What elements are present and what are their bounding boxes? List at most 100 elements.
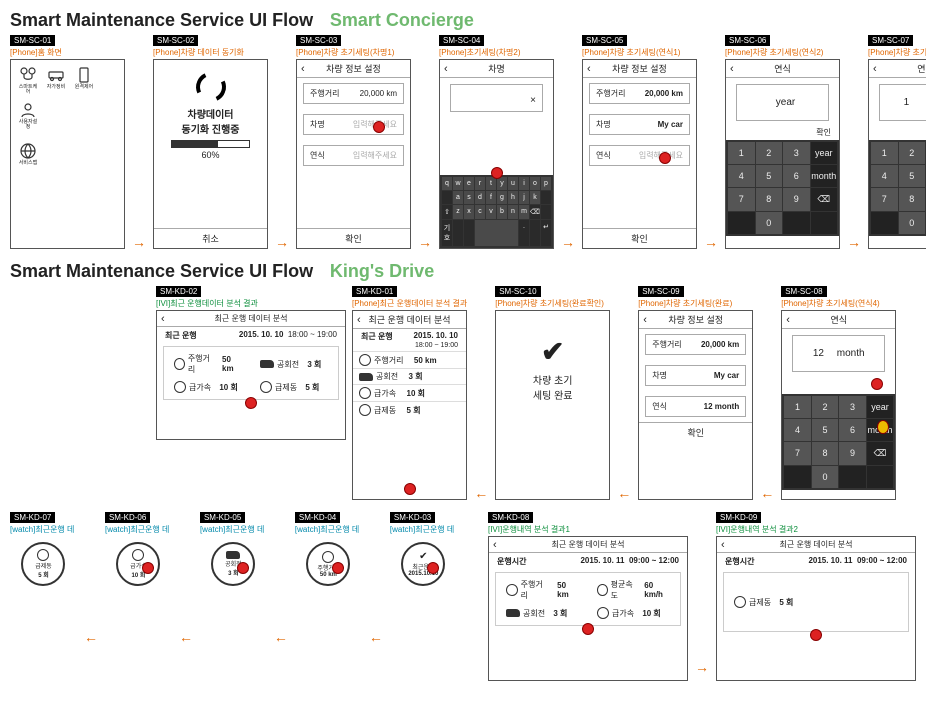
sc07-id: SM-SC-07 xyxy=(868,35,913,46)
qwerty-keyboard[interactable]: qwertyuiop asdfghjk ⇧zxcvbnm⌫ 기호 .↵ xyxy=(440,175,553,248)
sc05-id: SM-SC-05 xyxy=(582,35,627,46)
kd06-id: SM-KD-06 xyxy=(105,512,150,523)
confirm-button[interactable]: 확인 xyxy=(639,422,752,442)
back-icon[interactable]: ‹ xyxy=(873,63,877,75)
row-mileage[interactable]: 주행거리 20,000 km xyxy=(303,83,404,104)
back-icon[interactable]: ‹ xyxy=(493,539,497,551)
gauge-icon xyxy=(37,549,49,561)
kd04-id: SM-KD-04 xyxy=(295,512,340,523)
sc04-name: [Phone]초기세팅(차명2) xyxy=(439,47,554,57)
back-icon[interactable]: ‹ xyxy=(730,63,734,75)
gauge-icon xyxy=(506,584,518,596)
confirm-button[interactable]: 확인 xyxy=(583,228,696,248)
numeric-keypad[interactable]: 123year 456month 789⌫ 0 xyxy=(782,394,895,490)
year-input[interactable]: 1 year xyxy=(879,84,926,121)
check-icon: ✔ xyxy=(419,551,427,562)
sc03-id: SM-SC-03 xyxy=(296,35,341,46)
carname-input[interactable]: × xyxy=(450,84,543,112)
kd07-name: [watch]최근운행 데이터5 xyxy=(10,524,77,534)
row-year[interactable]: 연식 입력해주세요 xyxy=(303,145,404,166)
arrow-right-icon: → xyxy=(275,234,289,250)
home-icon-selfmaint[interactable]: 자가정비 xyxy=(45,66,67,95)
numeric-keypad[interactable]: 123year 456month 789⌫ 0 xyxy=(726,140,839,236)
back-icon[interactable]: ‹ xyxy=(444,63,448,75)
confirm-label[interactable]: 확인 xyxy=(869,127,926,140)
row-year[interactable]: 연식 12 month xyxy=(645,396,746,417)
car-icon xyxy=(226,551,240,559)
row-mileage[interactable]: 주행거리 20,000 km xyxy=(589,83,690,104)
arrow-left-icon: ← xyxy=(84,629,98,645)
sc03-device: ‹ 차량 정보 설정 주행거리 20,000 km 차명 입력해주세요 연식 입… xyxy=(296,59,411,249)
car-icon xyxy=(47,66,65,84)
tap-marker-icon xyxy=(659,152,671,164)
watch-kd07[interactable]: 급제동 5 회 xyxy=(21,542,65,586)
gauge-icon xyxy=(734,596,746,608)
sc04-device: ‹ 차명 × qwertyuiop asdfghjk ⇧zxcvbnm⌫ 기호 … xyxy=(439,59,554,249)
row-year[interactable]: 연식 입력해주세요 xyxy=(589,145,690,166)
flow1-title: Smart Maintenance Service UI Flow xyxy=(10,10,313,30)
flow1-sub: Smart Concierge xyxy=(330,10,474,30)
home-icon-servicemap[interactable]: 서비스맵 xyxy=(17,142,39,166)
back-icon[interactable]: ‹ xyxy=(643,314,647,326)
back-icon[interactable]: ‹ xyxy=(721,539,725,551)
gauge-icon xyxy=(359,354,371,366)
sc02-device: 차량데이터 동기화 진행중 60% 취소 xyxy=(153,59,268,249)
kd05-name: [watch]최근운행 데이터3 xyxy=(200,524,267,534)
numeric-keypad[interactable]: 123year 456month 789⌫ 0 xyxy=(869,140,926,236)
arrow-left-icon: ← xyxy=(179,629,193,645)
arrow-left-icon: ← xyxy=(474,485,488,501)
kd01-id: SM-KD-01 xyxy=(352,286,397,297)
kd09-device: ‹ 최근 운행 데이터 분석 운행시간 2015. 10. 11 09:00 ~… xyxy=(716,536,916,681)
sc09-id: SM-SC-09 xyxy=(638,286,683,297)
flow2-title: Smart Maintenance Service UI Flow xyxy=(10,261,313,281)
arrow-left-icon: ← xyxy=(369,629,383,645)
back-icon[interactable]: ‹ xyxy=(161,313,165,325)
cancel-button[interactable]: 취소 xyxy=(154,228,267,248)
kd06-name: [watch]최근운행 데이터4 xyxy=(105,524,172,534)
sc05-name: [Phone]차량 초기세팅(연식1) xyxy=(582,47,697,57)
back-icon[interactable]: ‹ xyxy=(786,314,790,326)
row-mileage[interactable]: 주행거리 20,000 km xyxy=(645,334,746,355)
sc01-id: SM-SC-01 xyxy=(10,35,55,46)
kd01-device: ‹ 최근 운행 데이터 분석 최근 운행 2015. 10. 10 18:00 … xyxy=(352,310,467,500)
confirm-button[interactable]: 확인 xyxy=(297,228,410,248)
watch-kd06[interactable]: 급가속 10 회 xyxy=(116,542,160,586)
year-input[interactable]: year xyxy=(736,84,829,121)
home-icon-remote[interactable]: 원격제어 xyxy=(73,66,95,95)
car-icon xyxy=(260,360,274,368)
row-carname[interactable]: 차명 입력해주세요 xyxy=(303,114,404,135)
gauge-icon xyxy=(597,607,609,619)
tap-marker-icon xyxy=(332,562,344,574)
progress-bar xyxy=(171,140,250,148)
home-icon-usersetting[interactable]: 사용자설정 xyxy=(17,101,39,130)
back-icon[interactable]: ‹ xyxy=(357,314,361,326)
sc04-id: SM-SC-04 xyxy=(439,35,484,46)
kd02-id: SM-KD-02 xyxy=(156,286,201,297)
sc06-device: ‹ 연식 year 확인 123year 456month 789⌫ 0 xyxy=(725,59,840,249)
remote-icon xyxy=(75,66,93,84)
checkmark-icon: ✔ xyxy=(496,335,609,368)
arrow-right-icon: → xyxy=(418,234,432,250)
sc08-id: SM-SC-08 xyxy=(781,286,826,297)
watch-kd05[interactable]: 공회전 3 회 xyxy=(211,542,255,586)
row-carname[interactable]: 차명 My car xyxy=(589,114,690,135)
row-carname[interactable]: 차명 My car xyxy=(645,365,746,386)
sc07-name: [Phone]차량 초기세팅(연식3) xyxy=(868,47,926,57)
back-icon[interactable]: ‹ xyxy=(587,63,591,75)
confirm-label[interactable]: 확인 xyxy=(726,127,839,140)
watch-kd03[interactable]: ✔ 최근운행 2015.10.10 xyxy=(401,542,445,586)
back-icon[interactable]: ‹ xyxy=(301,63,305,75)
arrow-right-icon: → xyxy=(847,234,861,250)
progress-percent: 60% xyxy=(154,150,267,160)
gauge-icon xyxy=(597,584,608,596)
year-input[interactable]: 12 month xyxy=(792,335,885,372)
hdr-title: 차명 xyxy=(488,62,505,75)
home-icon-smartcare[interactable]: 스마트케어 xyxy=(17,66,39,95)
clear-icon[interactable]: × xyxy=(530,95,536,106)
tap-marker-icon xyxy=(871,378,883,390)
sc06-name: [Phone]차량 초기세팅(연식2) xyxy=(725,47,840,57)
tap-marker-icon xyxy=(237,562,249,574)
arrow-right-icon: → xyxy=(704,234,718,250)
watch-kd04[interactable]: 주행거리 50 km xyxy=(306,542,350,586)
kd08-name: [IVI]운행내역 분석 결과1 xyxy=(488,524,688,534)
